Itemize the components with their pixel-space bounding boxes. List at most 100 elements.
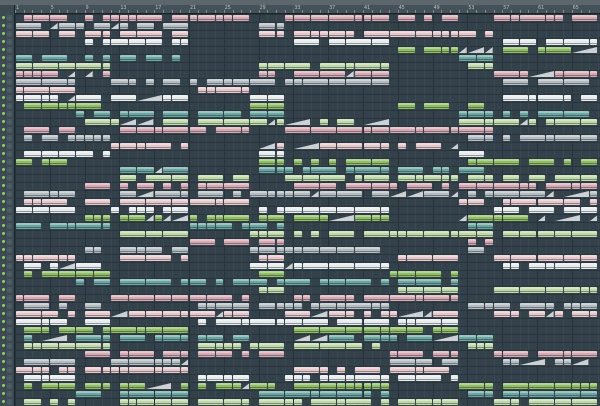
pattern-clip[interactable] xyxy=(180,335,189,341)
pattern-clip[interactable] xyxy=(320,391,337,397)
pattern-clip[interactable] xyxy=(85,183,111,189)
pattern-clip[interactable] xyxy=(250,103,267,109)
pattern-clip[interactable] xyxy=(302,79,328,85)
pattern-clip[interactable] xyxy=(589,199,598,205)
grip-icon[interactable] xyxy=(7,127,12,133)
grip-icon[interactable] xyxy=(7,207,12,213)
pattern-clip[interactable] xyxy=(563,255,580,261)
pattern-clip[interactable] xyxy=(546,183,572,189)
pattern-clip[interactable] xyxy=(363,31,389,37)
pattern-clip[interactable] xyxy=(85,311,111,317)
pattern-clip[interactable] xyxy=(581,287,589,293)
grip-icon[interactable] xyxy=(7,71,12,77)
pattern-clip[interactable] xyxy=(398,255,406,261)
pattern-clip[interactable] xyxy=(59,191,76,197)
pattern-clip[interactable] xyxy=(450,31,459,37)
pattern-clip[interactable] xyxy=(476,223,493,229)
pattern-clip[interactable] xyxy=(285,311,311,317)
pattern-clip[interactable] xyxy=(267,71,276,77)
pattern-clip[interactable] xyxy=(581,207,598,213)
pattern-clip[interactable] xyxy=(67,255,76,261)
pattern-clip[interactable] xyxy=(172,15,189,21)
pattern-clip[interactable] xyxy=(67,399,76,405)
track-header[interactable] xyxy=(0,342,14,350)
led-dot-icon[interactable] xyxy=(2,216,5,219)
pattern-clip[interactable] xyxy=(398,231,406,237)
pattern-clip[interactable] xyxy=(528,399,554,405)
pattern-clip[interactable] xyxy=(485,343,493,349)
pattern-clip[interactable] xyxy=(24,255,32,261)
pattern-clip[interactable] xyxy=(485,119,493,125)
pattern-clip[interactable] xyxy=(233,335,250,341)
grip-icon[interactable] xyxy=(7,279,12,285)
pattern-clip[interactable] xyxy=(163,79,180,85)
pattern-clip[interactable] xyxy=(302,175,319,181)
pattern-clip[interactable] xyxy=(502,231,520,237)
pattern-clip[interactable] xyxy=(563,359,572,365)
pattern-clip[interactable] xyxy=(293,295,302,301)
pattern-clip[interactable] xyxy=(546,119,554,125)
pattern-clip[interactable] xyxy=(293,71,319,77)
pattern-clip[interactable] xyxy=(546,263,554,269)
pattern-clip[interactable] xyxy=(415,143,441,149)
pattern-clip[interactable] xyxy=(285,391,311,397)
pattern-clip[interactable] xyxy=(415,295,424,301)
pattern-clip[interactable] xyxy=(215,199,224,205)
pattern-clip[interactable] xyxy=(485,111,493,117)
pattern-clip[interactable] xyxy=(137,31,163,37)
pattern-clip[interactable] xyxy=(163,311,180,317)
pattern-clip[interactable] xyxy=(189,79,198,85)
led-dot-icon[interactable] xyxy=(2,192,5,195)
pattern-clip[interactable] xyxy=(589,39,598,45)
pattern-clip[interactable] xyxy=(215,279,224,285)
pattern-clip[interactable] xyxy=(380,327,389,333)
pattern-clip[interactable] xyxy=(380,207,389,213)
pattern-clip[interactable] xyxy=(380,391,389,397)
pattern-clip[interactable] xyxy=(467,223,476,229)
pattern-clip[interactable] xyxy=(337,303,346,309)
led-dot-icon[interactable] xyxy=(2,200,5,203)
pattern-clip[interactable] xyxy=(50,263,58,269)
pattern-clip[interactable] xyxy=(337,383,346,389)
pattern-clip[interactable] xyxy=(494,191,520,197)
pattern-clip[interactable] xyxy=(259,351,285,357)
ramp-icon[interactable] xyxy=(311,310,328,318)
pattern-clip[interactable] xyxy=(163,183,172,189)
grip-icon[interactable] xyxy=(7,255,12,261)
track-header[interactable] xyxy=(0,174,14,182)
led-dot-icon[interactable] xyxy=(2,272,5,275)
pattern-clip[interactable] xyxy=(563,95,572,101)
pattern-clip[interactable] xyxy=(415,31,433,37)
pattern-clip[interactable] xyxy=(276,247,285,253)
ramp-icon[interactable] xyxy=(267,118,276,126)
pattern-clip[interactable] xyxy=(337,319,363,325)
pattern-clip[interactable] xyxy=(467,391,485,397)
pattern-clip[interactable] xyxy=(50,191,58,197)
pattern-clip[interactable] xyxy=(146,143,172,149)
pattern-clip[interactable] xyxy=(154,367,163,373)
pattern-clip[interactable] xyxy=(180,143,189,149)
led-dot-icon[interactable] xyxy=(2,112,5,115)
pattern-clip[interactable] xyxy=(380,399,389,405)
pattern-clip[interactable] xyxy=(328,335,354,341)
ramp-icon[interactable] xyxy=(285,118,311,126)
pattern-clip[interactable] xyxy=(102,327,111,333)
track-header[interactable] xyxy=(0,158,14,166)
pattern-clip[interactable] xyxy=(354,215,372,221)
pattern-clip[interactable] xyxy=(293,375,302,381)
pattern-clip[interactable] xyxy=(224,343,232,349)
pattern-clip[interactable] xyxy=(476,55,493,61)
pattern-clip[interactable] xyxy=(93,215,102,221)
pattern-clip[interactable] xyxy=(589,311,598,317)
pattern-clip[interactable] xyxy=(119,55,137,61)
pattern-clip[interactable] xyxy=(554,135,580,141)
pattern-clip[interactable] xyxy=(180,311,189,317)
pattern-clip[interactable] xyxy=(163,351,180,357)
track-header[interactable] xyxy=(0,102,14,110)
pattern-clip[interactable] xyxy=(85,215,93,221)
pattern-clip[interactable] xyxy=(198,383,206,389)
pattern-clip[interactable] xyxy=(520,111,528,117)
pattern-clip[interactable] xyxy=(76,111,85,117)
pattern-clip[interactable] xyxy=(581,95,598,101)
pattern-clip[interactable] xyxy=(41,79,67,85)
